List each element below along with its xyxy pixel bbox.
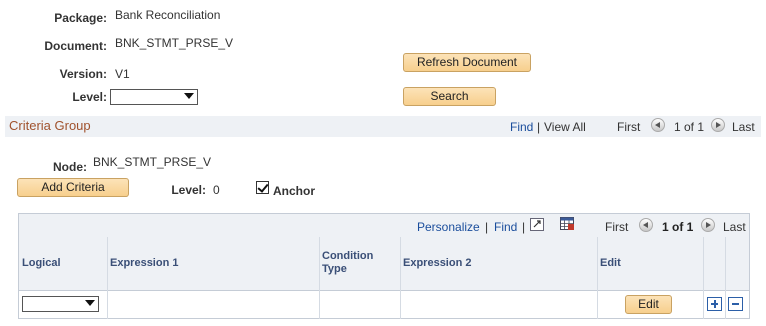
chevron-down-icon — [85, 300, 95, 306]
chevron-down-icon — [184, 93, 194, 99]
column-header-condition-type-line-1: Condition — [322, 250, 374, 262]
previous-row-icon[interactable] — [651, 118, 665, 132]
grid-find-link[interactable]: Find — [494, 220, 517, 234]
anchor-checkbox[interactable] — [256, 181, 269, 194]
node-value: BNK_STMT_PRSE_V — [93, 155, 212, 169]
criteria-first-label: First — [617, 120, 641, 134]
version-label: Version: — [59, 67, 107, 81]
add-criteria-button[interactable]: Add Criteria — [17, 178, 129, 197]
criteria-grid: Personalize | Find | First 1 of 1 Last L… — [18, 213, 750, 319]
grid-navigation-bar: Personalize | Find | First 1 of 1 Last — [19, 214, 749, 238]
anchor-label: Anchor — [273, 184, 315, 198]
column-header-expression-2: Expression 2 — [403, 257, 472, 269]
column-header-logical: Logical — [22, 257, 61, 269]
search-button[interactable]: Search — [403, 87, 496, 106]
add-row-icon[interactable] — [707, 297, 722, 311]
document-value: BNK_STMT_PRSE_V — [115, 36, 234, 50]
refresh-document-button[interactable]: Refresh Document — [403, 53, 531, 72]
grid-page-count: 1 of 1 — [662, 220, 694, 234]
edit-button[interactable]: Edit — [625, 295, 672, 314]
view-in-new-window-icon[interactable] — [530, 218, 544, 231]
grid-next-row-icon[interactable] — [701, 218, 715, 232]
criteria-group-title: Criteria Group — [9, 118, 91, 133]
document-label: Document: — [44, 39, 107, 53]
next-row-icon[interactable] — [711, 118, 725, 132]
column-header-edit: Edit — [600, 257, 621, 269]
grid-last-label: Last — [723, 220, 746, 234]
download-to-spreadsheet-icon[interactable] — [560, 217, 574, 230]
criteria-level-label: Level: — [171, 183, 206, 197]
level-select[interactable] — [110, 89, 198, 105]
level-label: Level: — [72, 90, 107, 104]
criteria-view-all-link[interactable]: View All — [544, 120, 586, 134]
logical-select[interactable] — [22, 296, 99, 312]
column-header-expression-1: Expression 1 — [110, 257, 179, 269]
criteria-group-header: Criteria Group Find | View All First 1 o… — [5, 116, 761, 137]
criteria-page-count: 1 of 1 — [674, 120, 705, 134]
criteria-separator: | — [537, 120, 541, 134]
criteria-level-value: 0 — [213, 183, 220, 197]
grid-separator-2: | — [522, 220, 526, 234]
grid-separator-1: | — [485, 220, 489, 234]
criteria-last-label: Last — [732, 120, 755, 134]
version-value: V1 — [115, 67, 130, 81]
grid-first-label: First — [605, 220, 629, 234]
column-header-condition-type-line-2: Type — [322, 263, 347, 275]
personalize-link[interactable]: Personalize — [417, 220, 480, 234]
grid-previous-row-icon[interactable] — [639, 218, 653, 232]
package-label: Package: — [54, 11, 107, 25]
grid-header-row: Logical Expression 1 Condition Type Expr… — [19, 237, 749, 291]
package-value: Bank Reconciliation — [115, 8, 221, 22]
delete-row-icon[interactable] — [728, 297, 743, 311]
criteria-find-link[interactable]: Find — [510, 120, 533, 134]
node-label: Node: — [53, 160, 87, 174]
table-row: Edit — [19, 290, 749, 318]
